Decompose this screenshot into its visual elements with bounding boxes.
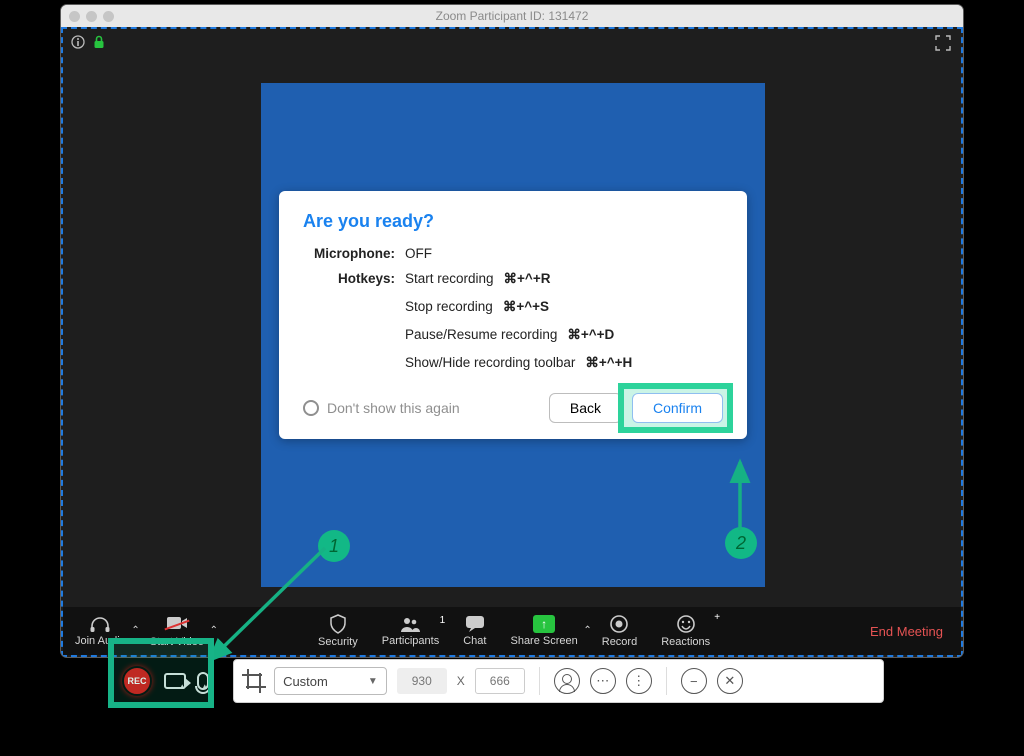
plus-icon: + — [714, 612, 720, 623]
hotkey-desc: Show/Hide recording toolbar — [405, 355, 575, 371]
participants-button[interactable]: 1 Participants — [370, 615, 451, 647]
recorder-settings-bar: Custom ▼ 930 X 666 ⋯ ⋮ − ✕ — [233, 659, 884, 703]
minimize-button[interactable]: − — [681, 668, 707, 694]
reactions-button[interactable]: + Reactions — [649, 614, 722, 648]
callout-2: 2 — [725, 527, 757, 559]
confirm-button[interactable]: Confirm — [632, 393, 723, 423]
video-area: Are you ready? Microphone: OFF Hotkeys: … — [261, 83, 765, 587]
hotkey-desc: Start recording — [405, 271, 494, 287]
dont-show-label[interactable]: Don't show this again — [327, 400, 549, 416]
hotkey-keys: ⌘+^+D — [567, 327, 614, 343]
app-window: Zoom Participant ID: 131472 Are you read… — [60, 4, 964, 658]
reactions-label: Reactions — [661, 636, 710, 648]
fullscreen-icon[interactable] — [935, 35, 951, 56]
record-label: Record — [602, 636, 637, 648]
chat-icon — [465, 615, 485, 633]
smile-icon — [676, 614, 696, 634]
share-screen-label: Share Screen — [510, 635, 577, 647]
zoom-client: Are you ready? Microphone: OFF Hotkeys: … — [61, 27, 963, 657]
security-button[interactable]: Security — [306, 614, 370, 648]
microphone-value: OFF — [405, 246, 723, 261]
ready-dialog: Are you ready? Microphone: OFF Hotkeys: … — [279, 191, 747, 439]
record-icon — [609, 614, 629, 634]
height-input[interactable]: 666 — [475, 668, 525, 694]
hotkey-desc: Pause/Resume recording — [405, 327, 557, 343]
participants-label: Participants — [382, 635, 439, 647]
recorder-toolbar: REC ▴ ▴ Custom ▼ 930 X 666 ⋯ ⋮ − ✕ — [112, 658, 884, 704]
security-label: Security — [318, 636, 358, 648]
headphones-icon — [89, 615, 111, 633]
hotkey-desc: Stop recording — [405, 299, 493, 315]
titlebar: Zoom Participant ID: 131472 — [61, 5, 963, 27]
people-icon — [399, 615, 421, 633]
video-off-icon — [166, 615, 188, 634]
end-meeting-button[interactable]: End Meeting — [870, 624, 961, 639]
annotations-button[interactable]: ⋯ — [590, 668, 616, 694]
hotkey-keys: ⌘+^+H — [585, 355, 632, 371]
record-button[interactable]: Record — [590, 614, 649, 648]
preset-dropdown[interactable]: Custom ▼ — [274, 667, 387, 695]
dialog-title: Are you ready? — [303, 211, 723, 232]
chevron-up-icon[interactable]: ⌃ — [210, 625, 218, 636]
chat-button[interactable]: Chat — [451, 615, 498, 647]
participants-count: 1 — [440, 615, 446, 626]
shield-icon — [328, 614, 348, 634]
rec-highlight — [108, 638, 214, 708]
dimension-separator: X — [457, 674, 465, 688]
more-options-button[interactable]: ⋮ — [626, 668, 652, 694]
share-icon — [533, 615, 555, 633]
chevron-down-icon: ▼ — [368, 676, 378, 687]
hotkey-keys: ⌘+^+R — [504, 271, 551, 287]
close-button[interactable]: ✕ — [717, 668, 743, 694]
webcam-overlay-button[interactable] — [554, 668, 580, 694]
hotkey-keys: ⌘+^+S — [503, 299, 549, 315]
share-screen-button[interactable]: Share Screen ⌃ — [498, 615, 589, 647]
dont-show-checkbox[interactable] — [303, 400, 319, 416]
encryption-lock-icon[interactable] — [93, 35, 105, 49]
info-icon[interactable] — [71, 35, 85, 49]
crop-icon[interactable] — [244, 671, 264, 691]
chat-label: Chat — [463, 635, 486, 647]
callout-1: 1 — [318, 530, 350, 562]
preset-value: Custom — [283, 674, 328, 689]
hotkeys-label: Hotkeys: — [303, 271, 395, 383]
window-title: Zoom Participant ID: 131472 — [61, 9, 963, 23]
width-input[interactable]: 930 — [397, 668, 447, 694]
microphone-label: Microphone: — [303, 246, 395, 261]
back-button[interactable]: Back — [549, 393, 622, 423]
